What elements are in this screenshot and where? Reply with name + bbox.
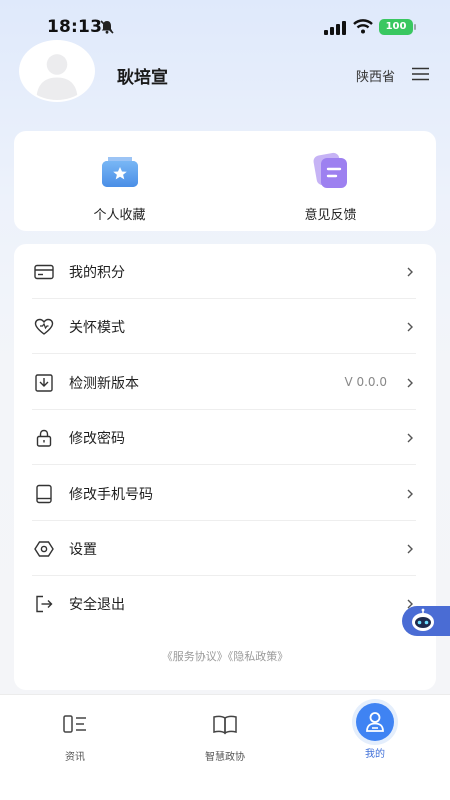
favorites-button[interactable]: 个人收藏 bbox=[14, 131, 225, 231]
update-icon bbox=[35, 374, 53, 392]
robot-icon bbox=[412, 608, 434, 631]
tab-mine-label: 我的 bbox=[365, 749, 385, 760]
feedback-icon bbox=[313, 152, 347, 188]
assistant-robot-button[interactable] bbox=[402, 606, 450, 636]
battery-icon: 100 bbox=[379, 19, 416, 35]
user-name: 耿培宣 bbox=[117, 68, 168, 88]
tab-mine[interactable]: 我的 bbox=[300, 695, 450, 800]
agreement-links[interactable]: 《服务协议》《隐私政策》 bbox=[14, 648, 436, 664]
chevron-right-icon bbox=[407, 489, 413, 499]
chevron-right-icon bbox=[407, 267, 413, 277]
menu-item-settings[interactable]: 设置 bbox=[14, 521, 436, 576]
menu-item-label: 安全退出 bbox=[69, 597, 125, 613]
menu-item-check-version[interactable]: 检测新版本 V 0.0.0 bbox=[14, 355, 436, 410]
cellular-signal-icon bbox=[324, 21, 346, 35]
menu-item-label: 设置 bbox=[69, 542, 97, 558]
user-icon bbox=[366, 712, 384, 732]
lock-icon bbox=[36, 429, 52, 447]
menu-item-label: 我的积分 bbox=[69, 265, 125, 281]
menu-item-care-mode[interactable]: 关怀模式 bbox=[14, 299, 436, 354]
menu-item-label: 检测新版本 bbox=[69, 376, 139, 392]
divider bbox=[32, 353, 416, 354]
phone-icon bbox=[36, 484, 52, 504]
menu-item-points[interactable]: 我的积分 bbox=[14, 244, 436, 299]
chevron-right-icon bbox=[407, 322, 413, 332]
card-icon bbox=[34, 264, 54, 280]
menu-item-label: 关怀模式 bbox=[69, 320, 125, 336]
region-selector[interactable]: 陕西省 bbox=[356, 66, 395, 85]
avatar[interactable] bbox=[19, 40, 95, 102]
menu-item-label: 修改密码 bbox=[69, 431, 125, 447]
bottom-navigation: 资讯 智慧政协 我的 bbox=[0, 694, 450, 800]
menu-item-label: 修改手机号码 bbox=[69, 487, 153, 503]
news-icon bbox=[63, 715, 86, 733]
menu-item-logout[interactable]: 安全退出 bbox=[14, 576, 436, 631]
tab-news-label: 资讯 bbox=[65, 752, 85, 763]
favorites-label: 个人收藏 bbox=[93, 208, 146, 223]
menu-item-change-phone[interactable]: 修改手机号码 bbox=[14, 466, 436, 521]
menu-item-change-password[interactable]: 修改密码 bbox=[14, 410, 436, 465]
quick-actions-card: 个人收藏 意见反馈 bbox=[14, 131, 436, 231]
settings-icon bbox=[34, 541, 54, 557]
chevron-right-icon bbox=[407, 433, 413, 443]
feedback-button[interactable]: 意见反馈 bbox=[225, 131, 436, 231]
tab-mine-active-bubble bbox=[356, 703, 394, 741]
tab-smart-cppcc[interactable]: 智慧政协 bbox=[150, 695, 300, 800]
feedback-label: 意见反馈 bbox=[304, 208, 357, 223]
wifi-icon bbox=[353, 19, 373, 34]
tab-smart-cppcc-label: 智慧政协 bbox=[205, 752, 245, 763]
version-value: V 0.0.0 bbox=[344, 375, 387, 389]
default-avatar-icon bbox=[21, 42, 93, 100]
divider bbox=[32, 464, 416, 465]
tab-news[interactable]: 资讯 bbox=[0, 695, 150, 800]
hamburger-menu-icon[interactable] bbox=[412, 67, 429, 81]
status-time: 18:13 bbox=[47, 17, 103, 37]
status-bar: 18:13 100 bbox=[0, 0, 450, 40]
favorites-icon bbox=[101, 157, 138, 187]
book-icon bbox=[213, 715, 237, 735]
heart-icon bbox=[34, 318, 54, 335]
chevron-right-icon bbox=[407, 378, 413, 388]
mute-bell-icon bbox=[100, 20, 114, 34]
logout-icon bbox=[36, 595, 53, 613]
chevron-right-icon bbox=[407, 544, 413, 554]
settings-menu: 我的积分 关怀模式 检测新版本 V 0.0.0 修改密码 修改手机号码 设置 安… bbox=[14, 244, 436, 690]
